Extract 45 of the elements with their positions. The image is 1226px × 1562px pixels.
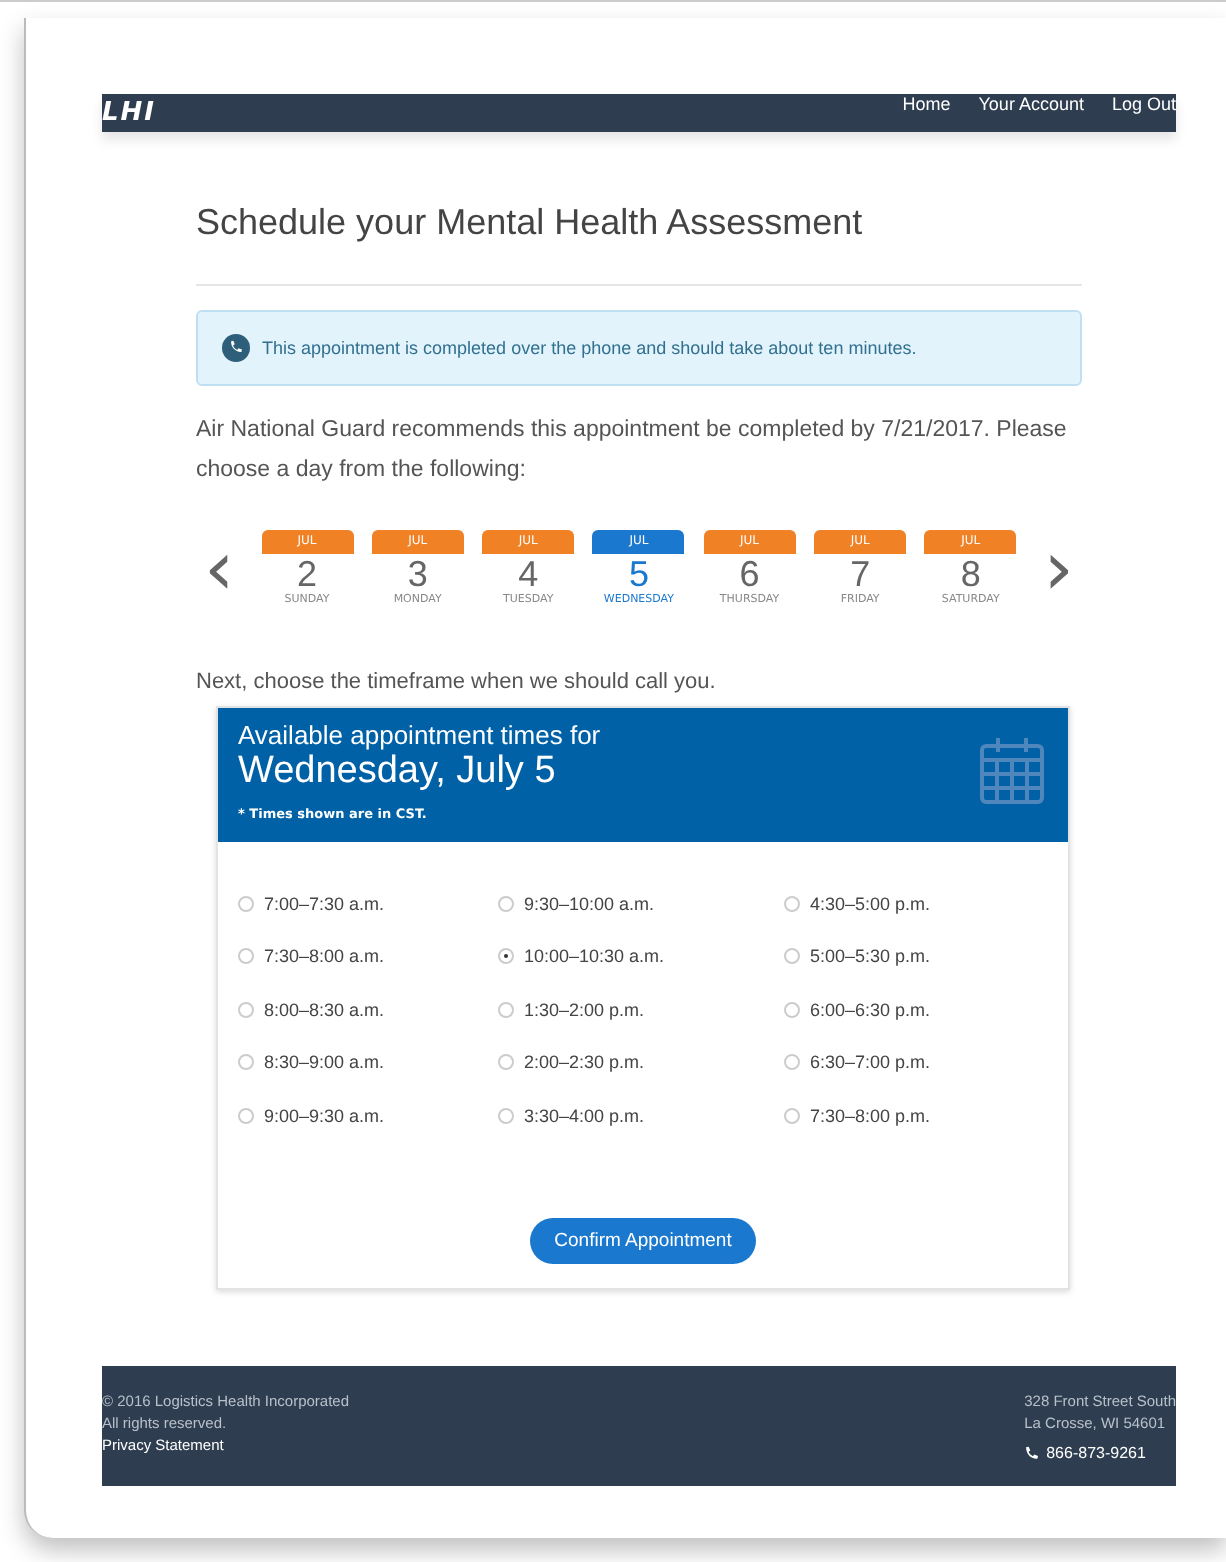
calendar-icon [980, 736, 1044, 805]
radio-button[interactable] [238, 1107, 254, 1124]
nav-link[interactable]: Log Out [1111, 94, 1176, 115]
time-slot-option[interactable]: 10:00–10:30 a.m. [498, 930, 784, 984]
radio-button[interactable] [784, 1054, 800, 1071]
instructions-text: Air National Guard recommends this appointment be completed by 7/21/2017. Please choose a day from the following: [196, 415, 1069, 486]
time-slot-option[interactable]: 7:30–8:00 a.m. [238, 930, 498, 984]
radio-button[interactable] [238, 1054, 254, 1071]
radio-button[interactable] [784, 1107, 800, 1124]
nav-link[interactable]: Home [902, 94, 951, 115]
time-slot-option[interactable]: 1:30–2:00 p.m. [498, 983, 784, 1037]
radio-button[interactable] [238, 1001, 254, 1018]
panel-date: Wednesday, July 5 [238, 749, 558, 794]
phone-icon [1024, 1445, 1041, 1462]
timeframe-prompt: Next, choose the timeframe when we should call you. [196, 669, 718, 694]
logo: LHI [102, 97, 157, 128]
time-slot-option[interactable]: 6:00–6:30 p.m. [784, 983, 1068, 1037]
radio-button[interactable] [238, 895, 254, 912]
time-slot-option[interactable]: 7:30–8:00 p.m. [784, 1089, 1068, 1143]
radio-button[interactable] [784, 895, 800, 912]
radio-button[interactable] [238, 948, 254, 965]
time-slot-option[interactable]: 9:00–9:30 a.m. [238, 1089, 498, 1143]
time-slot-option[interactable]: 5:00–5:30 p.m. [784, 930, 1068, 984]
radio-button[interactable] [784, 1001, 800, 1018]
radio-button[interactable] [498, 895, 514, 912]
time-slot-option[interactable]: 8:30–9:00 a.m. [238, 1036, 498, 1090]
phone-icon [222, 333, 250, 362]
notice-text: This appointment is completed over the phone and should take about ten minutes. [262, 337, 917, 358]
panel-heading: Available appointment times for [238, 719, 601, 750]
phone-number: 866-873-9261 [1046, 1444, 1146, 1463]
radio-button[interactable] [498, 1054, 514, 1071]
radio-button[interactable] [784, 948, 800, 965]
radio-button[interactable] [498, 948, 514, 965]
time-slot-option[interactable]: 4:30–5:00 p.m. [784, 877, 1068, 931]
page-title: Schedule your Mental Health Assessment [196, 201, 1082, 286]
radio-button[interactable] [498, 1001, 514, 1018]
time-slot-option[interactable]: 3:30–4:00 p.m. [498, 1089, 784, 1143]
time-slot-option[interactable]: 6:30–7:00 p.m. [784, 1036, 1068, 1090]
confirm-button[interactable]: Confirm Appointment [530, 1218, 756, 1265]
time-slot-option[interactable]: 7:00–7:30 a.m. [238, 877, 498, 931]
time-slot-option[interactable]: 2:00–2:30 p.m. [498, 1036, 784, 1090]
time-slot-option[interactable]: 8:00–8:30 a.m. [238, 983, 498, 1037]
time-slot-option[interactable]: 9:30–10:00 a.m. [498, 877, 784, 931]
nav-link[interactable]: Your Account [978, 94, 1084, 115]
radio-button[interactable] [498, 1107, 514, 1124]
